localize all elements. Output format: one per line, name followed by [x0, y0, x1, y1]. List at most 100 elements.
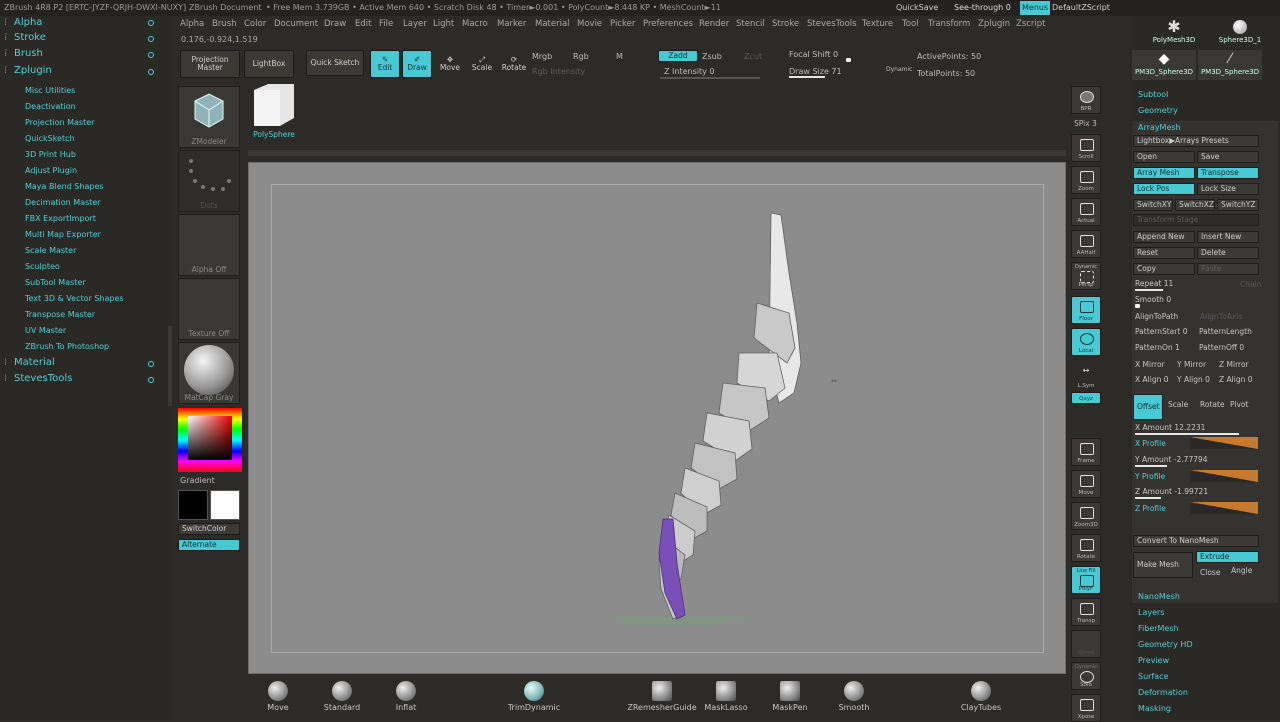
stroke-palette-header[interactable]: ⁞ Stroke: [4, 32, 46, 43]
deformation-section[interactable]: Deformation: [1138, 688, 1188, 697]
secondary-color-swatch[interactable]: [178, 490, 208, 520]
texture-off-button[interactable]: Texture Off: [178, 278, 240, 340]
switch-xz-button[interactable]: SwitchXZ: [1175, 199, 1215, 211]
menu-stencil[interactable]: Stencil: [736, 19, 765, 29]
switch-color-button[interactable]: SwitchColor: [178, 523, 240, 535]
dynamic-toggle[interactable]: Dynamic: [886, 66, 912, 73]
pin-icon[interactable]: [148, 20, 154, 26]
zplugin-palette-header[interactable]: ⁞ Zplugin: [4, 65, 52, 76]
z-mirror-toggle[interactable]: Z Mirror: [1219, 360, 1249, 369]
switch-yz-button[interactable]: SwitchYZ: [1217, 199, 1259, 211]
actual-button[interactable]: Actual: [1071, 198, 1101, 226]
x-amount-track[interactable]: [1135, 433, 1239, 435]
plugin-text-3d-vector-shapes[interactable]: Text 3D & Vector Shapes: [25, 294, 124, 303]
y-align-slider[interactable]: Y Align 0: [1177, 375, 1210, 384]
brush-claytubes-button[interactable]: ClayTubes: [958, 678, 1004, 712]
material-palette-header[interactable]: ⁞ Material: [4, 357, 55, 368]
plugin-3d-print-hub[interactable]: 3D Print Hub: [25, 150, 76, 159]
preview-section[interactable]: Preview: [1138, 656, 1169, 665]
plugin-scale-master[interactable]: Scale Master: [25, 246, 76, 255]
move-button[interactable]: ✥ Move: [436, 50, 464, 78]
pin-icon[interactable]: [148, 69, 154, 75]
rgb-button[interactable]: Rgb: [573, 52, 589, 61]
z-align-slider[interactable]: Z Align 0: [1219, 375, 1253, 384]
chain-toggle[interactable]: Chain: [1240, 280, 1261, 289]
aahalf-button[interactable]: AAHalf: [1071, 230, 1101, 258]
repeat-slider[interactable]: Repeat 11: [1135, 279, 1173, 288]
menu-picker[interactable]: Picker: [610, 19, 635, 29]
zcut-button[interactable]: Zcut: [744, 52, 762, 61]
plugin-adjust-plugin[interactable]: Adjust Plugin: [25, 166, 77, 175]
pin-icon[interactable]: [148, 361, 154, 367]
subtool-section[interactable]: Subtool: [1138, 90, 1168, 99]
plugin-decimation-master[interactable]: Decimation Master: [25, 198, 101, 207]
menu-marker[interactable]: Marker: [497, 19, 526, 29]
menu-render[interactable]: Render: [699, 19, 729, 29]
array-mesh-viewport[interactable]: ↔: [249, 163, 1067, 675]
zmodeler-brush-button[interactable]: ZModeler: [178, 86, 240, 148]
close-toggle[interactable]: Close: [1200, 568, 1220, 577]
xpose-button[interactable]: Xpose: [1071, 694, 1101, 722]
move-view-button[interactable]: Move: [1071, 470, 1101, 498]
delete-button[interactable]: Delete: [1197, 247, 1259, 259]
persp-button[interactable]: Dynamic Persp: [1071, 262, 1101, 290]
plugin-multi-map-exporter[interactable]: Multi Map Exporter: [25, 230, 101, 239]
alpha-off-button[interactable]: Alpha Off: [178, 214, 240, 276]
y-amount-slider[interactable]: Y Amount -2.77794: [1135, 455, 1208, 464]
stevestools-palette-header[interactable]: ⁞ StevesTools: [4, 373, 72, 384]
convert-to-nanomesh-button[interactable]: Convert To NanoMesh: [1133, 535, 1259, 547]
transpose-toggle[interactable]: Transpose: [1197, 167, 1259, 179]
x-amount-slider[interactable]: X Amount 12.2231: [1135, 423, 1205, 432]
rgb-intensity-slider[interactable]: Rgb Intensity: [532, 67, 585, 76]
z-intensity-track[interactable]: [660, 77, 760, 79]
menu-zscript[interactable]: Zscript: [1016, 19, 1046, 29]
transform-stage-slider[interactable]: Transform Stage: [1133, 214, 1259, 226]
polyf-button[interactable]: Line Fill PolyF: [1071, 566, 1101, 594]
z-profile-curve[interactable]: Z Profile: [1135, 504, 1166, 513]
color-saturation-field[interactable]: [188, 416, 232, 460]
lock-size-toggle[interactable]: Lock Size: [1197, 183, 1259, 195]
align-to-axis-toggle[interactable]: AlignToAxis: [1200, 312, 1242, 321]
edit-button[interactable]: ✎ Edit: [370, 50, 400, 78]
floor-button[interactable]: Floor: [1071, 296, 1101, 324]
palette-splitter[interactable]: [168, 326, 172, 406]
save-button[interactable]: Save: [1197, 151, 1259, 163]
lightbox-arrays-presets-button[interactable]: Lightbox▶Arrays Presets: [1133, 135, 1259, 147]
smooth-slider[interactable]: Smooth 0: [1135, 295, 1171, 304]
stroke-dots-button[interactable]: Dots: [178, 150, 240, 212]
brush-zremesherguide-button[interactable]: ZRemesherGuide: [626, 678, 698, 712]
document-canvas[interactable]: ↔: [248, 162, 1066, 674]
main-color-swatch[interactable]: [210, 490, 240, 520]
scroll-button[interactable]: Scroll: [1071, 134, 1101, 162]
draw-button[interactable]: ✐ Draw: [402, 50, 432, 78]
menu-macro[interactable]: Macro: [462, 19, 488, 29]
menu-movie[interactable]: Movie: [577, 19, 602, 29]
bpr-render-button[interactable]: BPR: [1071, 86, 1101, 114]
copy-button[interactable]: Copy: [1133, 263, 1195, 275]
menu-texture[interactable]: Texture: [862, 19, 893, 29]
z-intensity-slider[interactable]: Z Intensity 0: [664, 67, 714, 76]
plugin-zbrush-to-photoshop[interactable]: ZBrush To Photoshop: [25, 342, 109, 351]
smooth-knob[interactable]: [1135, 304, 1140, 308]
menu-brush[interactable]: Brush: [212, 19, 237, 29]
arraymesh-section[interactable]: ArrayMesh: [1138, 123, 1181, 132]
m-button[interactable]: M: [616, 52, 623, 61]
geometry-hd-section[interactable]: Geometry HD: [1138, 640, 1193, 649]
masking-section[interactable]: Masking: [1138, 704, 1171, 713]
alpha-palette-header[interactable]: ⁞ Alpha: [4, 17, 42, 28]
brush-move-button[interactable]: Move: [255, 678, 301, 712]
paste-button[interactable]: Paste: [1197, 263, 1259, 275]
plugin-maya-blend-shapes[interactable]: Maya Blend Shapes: [25, 182, 104, 191]
brush-maskpen-button[interactable]: MaskPen: [767, 678, 813, 712]
menu-draw[interactable]: Draw: [324, 19, 346, 29]
fibermesh-section[interactable]: FiberMesh: [1138, 624, 1179, 633]
zadd-button[interactable]: Zadd: [658, 50, 698, 62]
zoom3d-button[interactable]: Zoom3D: [1071, 502, 1101, 530]
x-mirror-toggle[interactable]: X Mirror: [1135, 360, 1165, 369]
plugin-quicksketch[interactable]: QuickSketch: [25, 134, 75, 143]
ghost-button[interactable]: Ghost: [1071, 630, 1101, 658]
make-mesh-button[interactable]: Make Mesh: [1133, 552, 1193, 578]
pattern-on-slider[interactable]: PatternOn 1: [1135, 343, 1180, 352]
open-button[interactable]: Open: [1133, 151, 1195, 163]
angle-slider[interactable]: Angle: [1231, 566, 1252, 575]
